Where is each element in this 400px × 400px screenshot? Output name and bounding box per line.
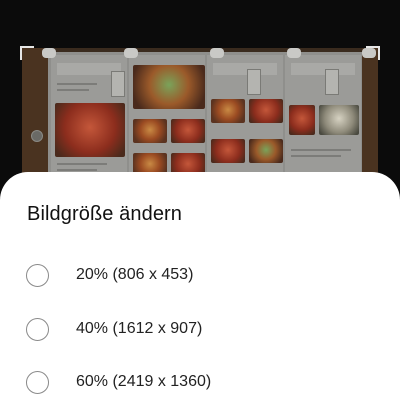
option-label: 40% (1612 x 907) <box>76 320 203 337</box>
panel-header <box>291 63 355 75</box>
resize-option-60[interactable]: 60% (2419 x 1360) <box>0 357 400 400</box>
board-clip <box>124 48 138 58</box>
door-knob <box>31 130 43 142</box>
dish-photo <box>211 99 245 123</box>
dish-photo <box>171 119 205 143</box>
resize-image-sheet: Bildgröße ändern 20% (806 x 453) 40% (16… <box>0 172 400 400</box>
radio-button-icon[interactable] <box>26 317 49 341</box>
dish-photo <box>133 119 167 143</box>
dish-photo <box>55 103 125 157</box>
crop-handle-top-right[interactable] <box>366 46 380 60</box>
board-clip <box>42 48 56 58</box>
option-label: 20% (806 x 453) <box>76 266 194 283</box>
radio-button-icon[interactable] <box>26 263 49 287</box>
text-line <box>57 83 97 85</box>
dish-photo <box>133 65 205 109</box>
text-line <box>57 163 107 165</box>
text-line <box>291 149 351 151</box>
option-label: 60% (2419 x 1360) <box>76 373 212 390</box>
text-line <box>57 169 97 171</box>
dish-photo <box>319 105 359 135</box>
sheet-title: Bildgröße ändern <box>27 203 183 225</box>
board-clip <box>210 48 224 58</box>
dish-photo <box>211 139 245 163</box>
resize-option-40[interactable]: 40% (1612 x 907) <box>0 304 400 354</box>
panel-title-stamp <box>247 69 261 95</box>
board-clip <box>287 48 301 58</box>
crop-handle-top-left[interactable] <box>20 46 34 60</box>
panel-title-stamp <box>111 71 125 97</box>
text-line <box>57 89 89 91</box>
dish-photo <box>249 99 283 123</box>
text-line <box>291 155 341 157</box>
panel-title-stamp <box>325 69 339 95</box>
radio-button-icon[interactable] <box>26 370 49 394</box>
dish-photo <box>289 105 315 135</box>
dish-photo <box>249 139 283 163</box>
panel-header <box>213 63 277 75</box>
resize-option-20[interactable]: 20% (806 x 453) <box>0 250 400 300</box>
